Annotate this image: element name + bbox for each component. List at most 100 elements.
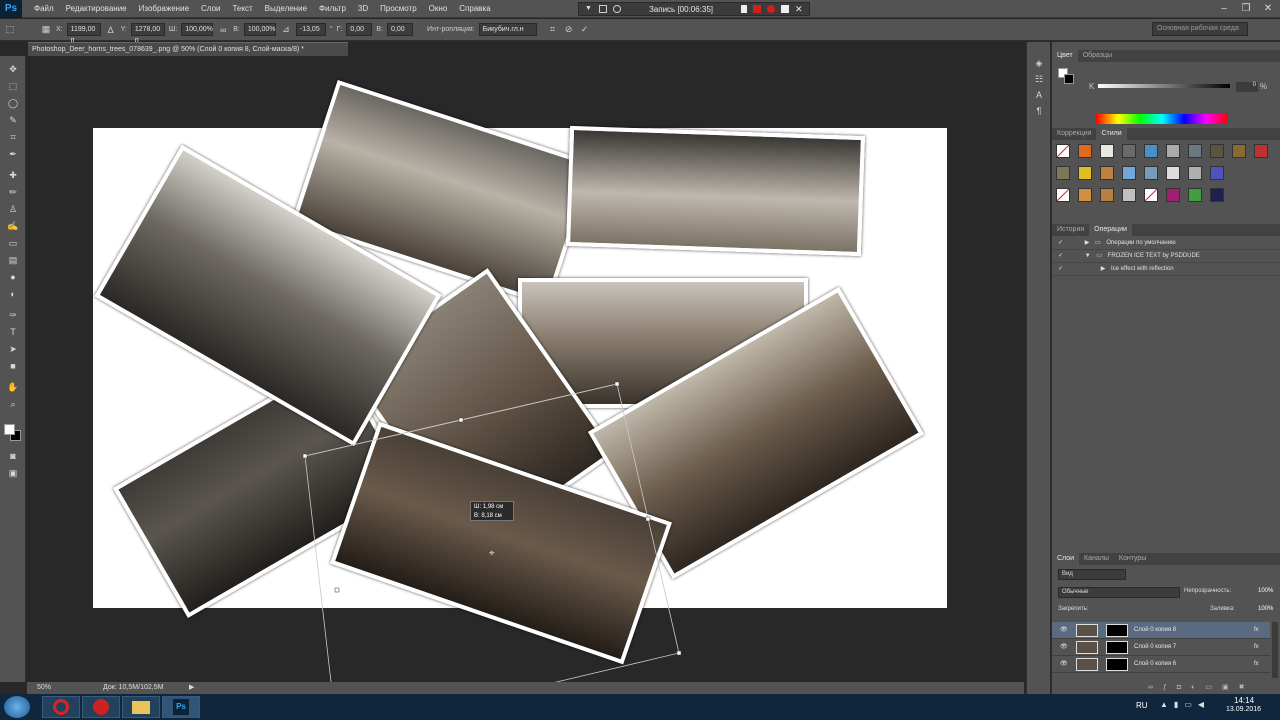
menu-help[interactable]: Справка bbox=[453, 0, 496, 18]
style-swatch[interactable] bbox=[1210, 166, 1224, 180]
style-swatch[interactable] bbox=[1100, 188, 1114, 202]
checkmark-icon[interactable]: ✓ bbox=[1058, 240, 1063, 246]
explorer-task[interactable] bbox=[122, 696, 160, 718]
blur-icon[interactable]: ● bbox=[5, 270, 21, 284]
x-field[interactable]: 1199,00 п bbox=[66, 23, 101, 44]
action-set-row[interactable]: ✓ ▼ ▭ FROZEN ICE TEXT by PSDDUDE bbox=[1052, 250, 1280, 263]
quick-select-icon[interactable]: ✎ bbox=[5, 113, 21, 127]
style-swatch[interactable] bbox=[1232, 144, 1246, 158]
pencil-icon[interactable] bbox=[741, 5, 747, 13]
zoom-icon[interactable] bbox=[613, 5, 621, 13]
style-swatch[interactable] bbox=[1144, 166, 1158, 180]
add-style-icon[interactable]: ƒ bbox=[1163, 684, 1177, 691]
panel-paragraph-icon[interactable]: ¶ bbox=[1031, 104, 1047, 118]
link-icon[interactable]: ∞ bbox=[217, 25, 229, 35]
menu-3d[interactable]: 3D bbox=[352, 0, 374, 18]
layer-name[interactable]: Слой 0 копия 8 bbox=[1134, 622, 1176, 639]
menu-view[interactable]: Просмотр bbox=[374, 0, 423, 18]
type-icon[interactable]: T bbox=[5, 325, 21, 339]
style-swatch[interactable] bbox=[1122, 166, 1136, 180]
panel-history-icon[interactable]: ☷ bbox=[1031, 72, 1047, 86]
layer-mask-thumbnail[interactable] bbox=[1106, 641, 1128, 654]
dropdown-icon[interactable]: ▼ bbox=[585, 5, 593, 13]
style-swatch[interactable] bbox=[1210, 188, 1224, 202]
tray-icons[interactable]: ▲▮▭◀ bbox=[1160, 700, 1210, 709]
eye-icon[interactable]: 👁 bbox=[1060, 656, 1068, 673]
layer-mask-thumbnail[interactable] bbox=[1106, 624, 1128, 637]
collapse-icon[interactable]: ▼ bbox=[1085, 253, 1091, 259]
healing-icon[interactable]: ✚ bbox=[5, 168, 21, 182]
style-swatch[interactable] bbox=[1122, 188, 1136, 202]
style-swatch[interactable] bbox=[1100, 166, 1114, 180]
layer-name[interactable]: Слой 0 копия 6 bbox=[1134, 656, 1176, 673]
pen-icon[interactable]: ✑ bbox=[5, 308, 21, 322]
tab-layers[interactable]: Слои bbox=[1052, 553, 1080, 565]
eye-icon[interactable]: 👁 bbox=[1060, 639, 1068, 656]
zoom-tool-icon[interactable]: ⌕ bbox=[5, 397, 21, 411]
marquee-icon[interactable]: ⬚ bbox=[5, 79, 21, 93]
expand-icon[interactable]: ▶ bbox=[1101, 266, 1106, 272]
k-field[interactable]: 0 bbox=[1236, 82, 1258, 92]
vskew-field[interactable]: 0,00 bbox=[387, 23, 414, 36]
lasso-icon[interactable]: ◯ bbox=[5, 96, 21, 110]
layer-mask-thumbnail[interactable] bbox=[1106, 658, 1128, 671]
zoom-level[interactable]: 50% bbox=[37, 682, 51, 694]
menu-edit[interactable]: Редактирование bbox=[60, 0, 133, 18]
tab-adjustments[interactable]: Коррекция bbox=[1052, 128, 1096, 140]
start-button[interactable] bbox=[4, 696, 30, 718]
quick-mask-icon[interactable]: ◙ bbox=[5, 449, 21, 463]
restore-icon[interactable]: ❐ bbox=[1236, 2, 1256, 16]
interpolation-select[interactable]: Бикубич.гл.н bbox=[478, 23, 537, 36]
close-icon[interactable]: ✕ bbox=[795, 5, 803, 14]
fx-icon[interactable]: fx bbox=[1254, 622, 1259, 639]
adjustment-icon[interactable]: ◐ bbox=[1191, 684, 1205, 691]
eye-icon[interactable]: 👁 bbox=[1060, 622, 1068, 639]
style-swatch[interactable] bbox=[1056, 188, 1070, 202]
style-swatch[interactable] bbox=[1078, 188, 1092, 202]
clock-time[interactable]: 14:14 bbox=[1234, 696, 1254, 705]
style-swatch[interactable] bbox=[1056, 144, 1070, 158]
gradient-icon[interactable]: ▤ bbox=[5, 253, 21, 267]
group-icon[interactable]: ▭ bbox=[1205, 684, 1222, 691]
layer-filter-select[interactable]: Вид bbox=[1058, 569, 1126, 580]
foreground-color-swatch[interactable] bbox=[4, 424, 15, 435]
camera-icon[interactable] bbox=[781, 5, 789, 13]
delete-layer-icon[interactable]: ✖ bbox=[1239, 684, 1255, 691]
style-swatch[interactable] bbox=[1144, 188, 1158, 202]
style-swatch[interactable] bbox=[1078, 166, 1092, 180]
screen-mode-icon[interactable]: ▣ bbox=[5, 466, 21, 480]
delta-icon[interactable]: ∆ bbox=[105, 25, 117, 35]
stamp-icon[interactable]: ♙ bbox=[5, 202, 21, 216]
style-swatch[interactable] bbox=[1254, 144, 1268, 158]
window-close-icon[interactable]: ✕ bbox=[1258, 2, 1278, 16]
document-tab[interactable]: Photoshop_Deer_horns_trees_078639_.png @… bbox=[28, 42, 348, 56]
style-swatch[interactable] bbox=[1210, 144, 1224, 158]
style-swatch[interactable] bbox=[1100, 144, 1114, 158]
new-layer-icon[interactable]: ▣ bbox=[1222, 684, 1239, 691]
crop-icon[interactable]: ⌗ bbox=[5, 130, 21, 144]
action-row[interactable]: ✓ ▶ Ice effect with reflection bbox=[1052, 263, 1280, 276]
reference-point-icon[interactable]: ▦ bbox=[40, 24, 52, 35]
transform-bounding-box[interactable]: ⌖ bbox=[27, 56, 1024, 682]
tab-styles[interactable]: Стили bbox=[1096, 128, 1127, 140]
brush-icon[interactable]: ✏ bbox=[5, 185, 21, 199]
move-icon[interactable]: ✥ bbox=[5, 62, 21, 76]
fill-field[interactable]: 100% bbox=[1258, 606, 1273, 612]
opacity-field[interactable]: 100% bbox=[1258, 588, 1273, 594]
k-slider[interactable] bbox=[1098, 84, 1230, 88]
tab-color[interactable]: Цвет bbox=[1052, 50, 1078, 62]
fx-icon[interactable]: fx bbox=[1254, 639, 1259, 656]
eraser-icon[interactable]: ▭ bbox=[5, 236, 21, 250]
style-swatch[interactable] bbox=[1188, 144, 1202, 158]
tab-channels[interactable]: Каналы bbox=[1079, 553, 1114, 565]
color-spectrum[interactable] bbox=[1096, 114, 1228, 124]
width-field[interactable]: 100,00% bbox=[181, 23, 214, 36]
link-layers-icon[interactable]: ∞ bbox=[1148, 684, 1163, 691]
style-swatch[interactable] bbox=[1166, 188, 1180, 202]
add-mask-icon[interactable]: ◘ bbox=[1177, 684, 1191, 691]
blend-mode-select[interactable]: Обычные bbox=[1058, 587, 1180, 598]
panel-3d-icon[interactable]: ◈ bbox=[1031, 56, 1047, 70]
move-tool-icon[interactable]: ⬚ bbox=[4, 24, 16, 35]
layer-row[interactable]: 👁 Слой 0 копия 8 fx bbox=[1052, 622, 1270, 639]
y-field[interactable]: 1278,00 п bbox=[130, 23, 165, 44]
